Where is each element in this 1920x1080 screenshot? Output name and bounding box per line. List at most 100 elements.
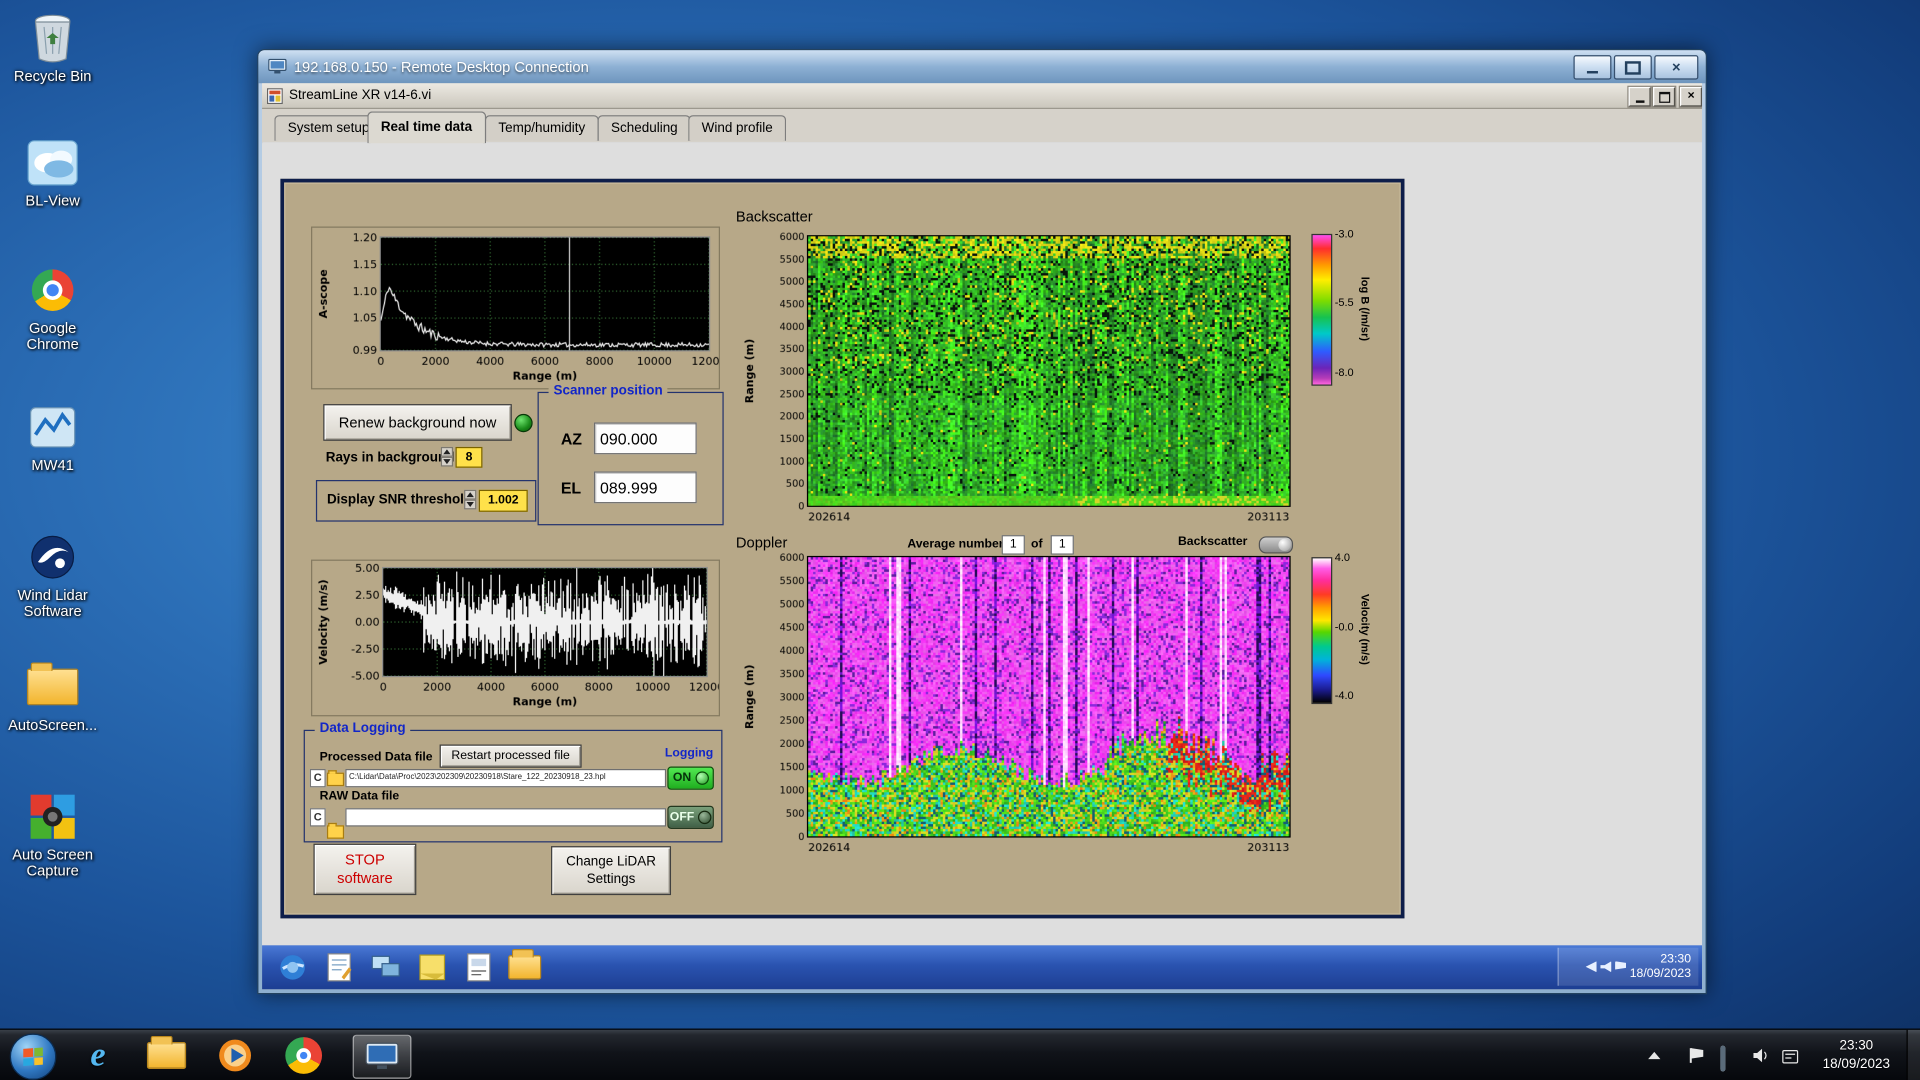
toggle-led-icon xyxy=(697,810,712,825)
restart-processed-file-button[interactable]: Restart processed file xyxy=(439,744,582,768)
app-minimize-button[interactable] xyxy=(1628,86,1651,107)
rdp-minimize-button[interactable] xyxy=(1573,55,1612,80)
tab-wind-profile[interactable]: Wind profile xyxy=(688,115,787,141)
stop-software-button[interactable]: STOP software xyxy=(313,843,417,896)
minimize-icon xyxy=(1635,99,1644,103)
desktop: Recycle Bin BL-View Google Chrome MW41 W… xyxy=(0,0,1920,1080)
processed-logging-toggle[interactable]: ON xyxy=(667,766,714,790)
remote-tray-flag-icon[interactable] xyxy=(1615,961,1627,973)
el-label: EL xyxy=(560,478,582,498)
tray-network-icon[interactable] xyxy=(1720,1045,1740,1072)
remote-taskbar-folder-icon[interactable] xyxy=(508,948,542,984)
remote-taskbar-xr-app-icon[interactable] xyxy=(462,951,495,984)
rays-spinner[interactable] xyxy=(440,446,454,467)
desktop-icon-google-chrome[interactable]: Google Chrome xyxy=(2,262,102,353)
raw-drive-icon[interactable]: C xyxy=(309,808,326,827)
tab-temp-humidity[interactable]: Temp/humidity xyxy=(484,115,599,141)
rdp-titlebar[interactable]: 192.168.0.150 - Remote Desktop Connectio… xyxy=(258,50,1706,84)
change-settings-line1: Change LiDAR xyxy=(566,854,656,870)
tab-real-time-data[interactable]: Real time data xyxy=(367,111,486,144)
desktop-icon-label: BL-View xyxy=(25,192,80,210)
spinner-down-icon[interactable] xyxy=(464,499,477,510)
app-titlebar[interactable]: StreamLine XR v14-6.vi × xyxy=(262,83,1703,109)
doppler-colorbar-label: Velocity (m/s) xyxy=(1359,593,1372,665)
snr-threshold-box: Display SNR threshold 1.002 xyxy=(315,479,537,522)
screen-capture-icon xyxy=(2,789,102,845)
snr-spinner[interactable] xyxy=(464,489,477,510)
remote-taskbar-journal-icon[interactable] xyxy=(322,951,355,984)
renew-background-button[interactable]: Renew background now xyxy=(323,404,512,441)
rays-in-background-field[interactable]: 8 xyxy=(455,446,483,468)
processed-path-field[interactable]: C:\Lidar\Data\Proc\2023\202309\20230918\… xyxy=(345,768,667,788)
raw-browse-icon[interactable] xyxy=(326,822,345,839)
rdp-maximize-button[interactable] xyxy=(1613,55,1652,80)
taskbar-chrome-icon[interactable] xyxy=(282,1035,326,1077)
minimize-icon xyxy=(1586,70,1598,73)
colorbar-tick: 4.0 xyxy=(1334,551,1351,564)
app-close-button[interactable]: × xyxy=(1679,86,1703,107)
mw41-icon xyxy=(2,399,102,455)
desktop-icon-auto-screen-capture[interactable]: Auto Screen Capture xyxy=(2,789,102,880)
data-logging-box: Data Logging Processed Data file Restart… xyxy=(303,721,723,843)
desktop-icon-label: AutoScreen... xyxy=(8,716,98,734)
desktop-icon-recycle-bin[interactable]: Recycle Bin xyxy=(2,10,102,85)
desktop-icon-wind-lidar[interactable]: Wind Lidar Software xyxy=(2,529,102,620)
doppler-heatmap xyxy=(739,549,1294,869)
change-lidar-settings-button[interactable]: Change LiDAR Settings xyxy=(551,846,672,896)
desktop-icon-autoscreen[interactable]: AutoScreen... xyxy=(2,659,102,734)
desktop-icon-label: Wind Lidar Software xyxy=(17,586,88,620)
rdp-window: 192.168.0.150 - Remote Desktop Connectio… xyxy=(257,48,1707,995)
remote-tray-chevron-icon[interactable] xyxy=(1585,961,1597,973)
toggle-state-label: ON xyxy=(672,771,692,785)
recycle-bin-icon xyxy=(2,10,102,66)
remote-taskbar-connections-icon[interactable] xyxy=(369,951,402,984)
tray-volume-icon[interactable] xyxy=(1752,1047,1772,1064)
app-restore-button[interactable] xyxy=(1653,86,1676,107)
display-snr-field[interactable]: 1.002 xyxy=(478,489,528,512)
processed-browse-icon[interactable] xyxy=(326,770,345,787)
remote-clock-area[interactable]: 23:30 18/09/2023 xyxy=(1557,947,1699,986)
taskbar-rdp-active-icon[interactable] xyxy=(352,1034,412,1079)
renew-led-icon xyxy=(514,413,533,433)
spinner-down-icon[interactable] xyxy=(440,456,454,467)
show-desktop-button[interactable] xyxy=(1906,1029,1920,1080)
desktop-icon-label: MW41 xyxy=(31,456,74,474)
raw-path-field[interactable] xyxy=(345,808,667,827)
remote-clock-time: 23:30 xyxy=(1660,952,1692,966)
backscatter-toggle-label: Backscatter xyxy=(1177,535,1248,549)
processed-drive-icon[interactable]: C xyxy=(309,768,326,788)
folder-icon xyxy=(2,659,102,715)
tab-scheduling[interactable]: Scheduling xyxy=(597,115,692,141)
clock-time: 23:30 xyxy=(1839,1038,1874,1054)
spinner-up-icon[interactable] xyxy=(464,489,477,500)
taskbar-clock[interactable]: 23:30 18/09/2023 xyxy=(1812,1037,1900,1074)
maximize-icon xyxy=(1624,60,1641,75)
remote-taskbar-ie-icon[interactable] xyxy=(276,951,309,984)
taskbar-explorer-icon[interactable] xyxy=(144,1035,188,1077)
remote-tray-volume-icon[interactable] xyxy=(1600,961,1612,973)
taskbar-media-player-icon[interactable] xyxy=(213,1035,257,1077)
raw-logging-toggle[interactable]: OFF xyxy=(667,805,714,829)
desktop-icon-label: Auto Screen Capture xyxy=(12,846,94,880)
tray-flag-icon[interactable] xyxy=(1689,1047,1709,1064)
host-taskbar: e 23:30 18/09/2023 xyxy=(0,1028,1920,1080)
rdp-close-button[interactable]: × xyxy=(1654,55,1699,80)
el-field[interactable]: 089.999 xyxy=(593,471,697,504)
desktop-icon-label: Google Chrome xyxy=(26,319,79,353)
chrome-icon xyxy=(2,262,102,318)
az-field[interactable]: 090.000 xyxy=(593,422,697,455)
desktop-icon-mw41[interactable]: MW41 xyxy=(2,399,102,474)
backscatter-colorbar-label: log B (/m/sr) xyxy=(1359,276,1372,341)
backscatter-heatmap xyxy=(739,224,1294,533)
start-button[interactable] xyxy=(9,1033,57,1080)
ie-e-glyph: e xyxy=(90,1035,106,1074)
processed-data-file-label: Processed Data file xyxy=(319,750,433,765)
tray-expand-icon[interactable] xyxy=(1641,1035,1668,1077)
tray-input-icon[interactable] xyxy=(1782,1048,1802,1065)
spinner-up-icon[interactable] xyxy=(440,446,454,457)
remote-taskbar-sticky-notes-icon[interactable] xyxy=(415,951,448,984)
taskbar-ie-icon[interactable]: e xyxy=(76,1035,120,1077)
desktop-icon-label: Recycle Bin xyxy=(13,67,92,85)
toggle-state-label: OFF xyxy=(669,810,695,825)
desktop-icon-bl-view[interactable]: BL-View xyxy=(2,135,102,210)
